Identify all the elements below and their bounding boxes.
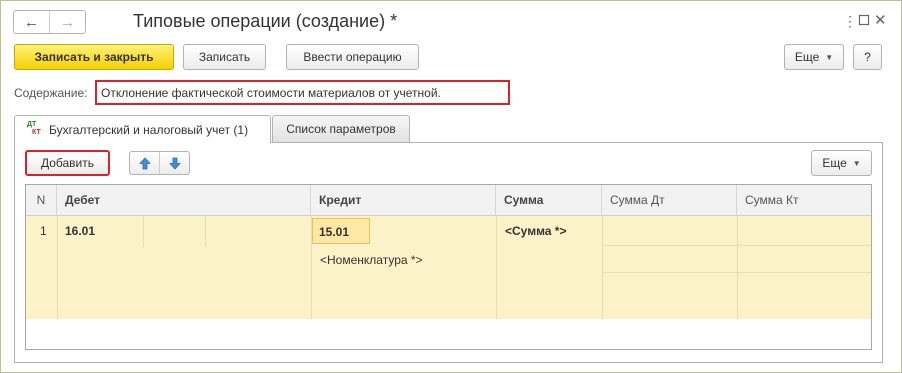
enter-operation-button[interactable]: Ввести операцию [286, 44, 419, 70]
save-and-close-button[interactable]: Записать и закрыть [14, 44, 174, 70]
sum-cell[interactable]: <Сумма *> [505, 224, 566, 238]
title-bar: ← → Типовые операции (создание) * ⋮ ✕ [1, 1, 901, 39]
debit-account-cell[interactable]: 16.01 [65, 224, 95, 238]
arrow-down-icon [168, 157, 181, 170]
arrow-right-icon: → [60, 13, 75, 31]
navigation-group: ← → [13, 10, 86, 34]
forward-button[interactable]: → [49, 11, 85, 33]
chevron-down-icon: ▼ [825, 52, 834, 62]
grid-line [205, 216, 206, 247]
column-header-n[interactable]: N [26, 185, 57, 216]
column-header-sum-dt[interactable]: Сумма Дт [602, 185, 737, 216]
grid-line [602, 216, 603, 319]
tab-label: Бухгалтерский и налоговый учет (1) [49, 122, 249, 137]
column-header-sum[interactable]: Сумма [496, 185, 602, 216]
tab-label: Список параметров [286, 122, 396, 136]
save-button[interactable]: Записать [183, 44, 266, 70]
move-down-button[interactable] [159, 152, 189, 174]
arrow-up-icon [138, 156, 151, 169]
move-buttons-group [129, 151, 190, 175]
back-button[interactable]: ← [14, 11, 49, 33]
form-window: ← → Типовые операции (создание) * ⋮ ✕ За… [0, 0, 902, 373]
debit-credit-icon: ДТ КТ [27, 120, 41, 136]
grid-line [737, 216, 738, 319]
table-header: N Дебет Кредит Сумма Сумма Дт Сумма Кт [26, 185, 871, 216]
close-icon[interactable]: ✕ [874, 11, 887, 29]
grid-line [143, 216, 144, 247]
arrow-left-icon: ← [24, 13, 39, 31]
entries-table: N Дебет Кредит Сумма Сумма Дт Сумма Кт 1… [25, 184, 872, 350]
page-title: Типовые операции (создание) * [133, 11, 398, 31]
more-vertical-icon[interactable]: ⋮ [843, 13, 857, 30]
add-button[interactable]: Добавить [25, 150, 110, 176]
help-button[interactable]: ? [853, 44, 882, 70]
table-more-button[interactable]: Еще ▼ [811, 150, 872, 176]
grid-line [57, 216, 58, 319]
tab-accounting[interactable]: ДТ КТ Бухгалтерский и налоговый учет (1) [14, 115, 271, 143]
column-header-credit[interactable]: Кредит [311, 185, 496, 216]
maximize-icon[interactable] [858, 13, 870, 29]
table-row[interactable]: 1 16.01 15.01 <Номенклатура *> <Сумма *> [26, 216, 871, 319]
row-number: 1 [40, 224, 47, 238]
credit-subconto-cell[interactable]: <Номенклатура *> [320, 253, 423, 267]
credit-account-cell[interactable]: 15.01 [312, 218, 370, 244]
content-input[interactable]: Отклонение фактической стоимости материа… [95, 80, 510, 105]
grid-line [602, 245, 871, 246]
more-button[interactable]: Еще ▼ [784, 44, 844, 70]
content-label: Содержание: [14, 86, 88, 100]
grid-line [496, 216, 497, 319]
move-up-button[interactable] [130, 152, 159, 174]
column-header-sum-kt[interactable]: Сумма Кт [737, 185, 871, 216]
grid-line [602, 272, 871, 273]
column-header-debit[interactable]: Дебет [57, 185, 311, 216]
tab-parameters[interactable]: Список параметров [272, 115, 410, 142]
chevron-down-icon: ▼ [852, 158, 861, 168]
